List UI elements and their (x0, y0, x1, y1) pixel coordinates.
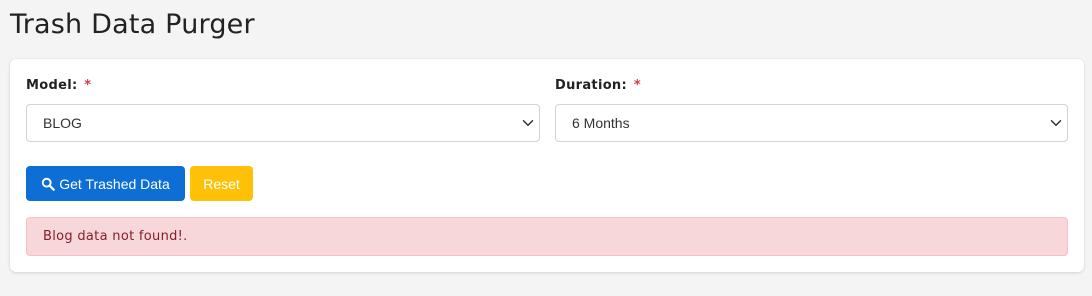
alert-message: Blog data not found!. (43, 229, 188, 244)
reset-button[interactable]: Reset (190, 166, 253, 201)
model-label: Model: * (26, 78, 91, 93)
search-icon (41, 177, 56, 191)
purger-card: Model: * BLOG Duration: * 6 Months Get T… (10, 59, 1084, 272)
duration-label-text: Duration: (555, 78, 627, 93)
model-required-mark: * (84, 78, 92, 93)
model-selected-value: BLOG (43, 115, 82, 131)
duration-select[interactable]: 6 Months (555, 104, 1068, 142)
model-select[interactable]: BLOG (26, 104, 540, 142)
get-trashed-data-label: Get Trashed Data (59, 175, 170, 192)
duration-required-mark: * (633, 78, 641, 93)
error-alert: Blog data not found!. (26, 217, 1068, 256)
duration-selected-value: 6 Months (572, 115, 630, 131)
chevron-down-icon (1050, 120, 1062, 126)
model-label-text: Model: (26, 78, 78, 93)
page-title: Trash Data Purger (10, 9, 255, 40)
chevron-down-icon (522, 120, 534, 126)
duration-label: Duration: * (555, 78, 641, 93)
reset-label: Reset (203, 175, 240, 192)
get-trashed-data-button[interactable]: Get Trashed Data (26, 166, 185, 201)
